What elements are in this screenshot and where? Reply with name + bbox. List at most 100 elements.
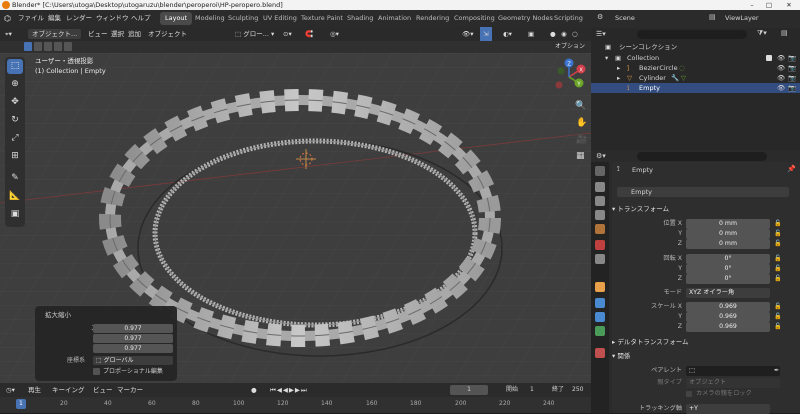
gizmo-toggle-icon[interactable]: ⇲ (480, 27, 492, 41)
select-box-tool-icon[interactable]: ⬚ (7, 59, 23, 74)
ortho-grid-icon[interactable]: ▦ (576, 151, 585, 161)
scale-y-field[interactable]: 0.969 (686, 312, 770, 322)
menu-edit[interactable]: 編集 (48, 10, 61, 27)
tab-constraints-icon[interactable] (595, 312, 605, 322)
menu-add[interactable]: 追加 (128, 27, 141, 41)
lock-icon[interactable]: 🔓 (774, 229, 782, 239)
camera-render-icon[interactable]: 📷 (788, 83, 796, 93)
lock-icon[interactable]: 🔓 (774, 254, 782, 264)
lock-icon[interactable]: 🔓 (774, 302, 782, 312)
tab-collection-icon[interactable] (595, 254, 605, 264)
camera-render-icon[interactable]: 📷 (788, 63, 796, 73)
pin-icon[interactable]: 📌 (787, 165, 796, 173)
tab-animation[interactable]: Animation (373, 12, 416, 25)
eyedropper-icon[interactable]: ✒ (774, 366, 779, 376)
viewlayer-name[interactable]: ViewLayer (725, 14, 759, 22)
lock-icon[interactable]: 🔓 (774, 312, 782, 322)
outliner-row-collection[interactable]: ▾ ▣ Collection 👁 📷 (591, 53, 800, 63)
tab-physics-icon[interactable] (595, 298, 605, 308)
outliner-search-input[interactable] (637, 30, 747, 39)
annotate-tool-icon[interactable]: ✎ (7, 171, 23, 186)
outliner-row-empty[interactable]: ⟟ Empty 👁 📷 (591, 83, 800, 93)
lock-icon[interactable]: 🔓 (774, 219, 782, 229)
outliner-row-scene-collection[interactable]: ▣ シーンコレクション (591, 42, 800, 52)
outliner-row-cylinder[interactable]: ▸ ▽ Cylinder 🔧 ▽ 👁 📷 (591, 73, 800, 83)
rotation-mode-dropdown[interactable]: XYZ オイラー角 (686, 288, 770, 298)
tab-object-icon[interactable] (595, 282, 605, 292)
shading-material-icon[interactable]: ◉ (561, 27, 567, 41)
menu-window[interactable]: ウィンドウ (96, 10, 129, 27)
options-menu[interactable]: オプション (552, 42, 588, 52)
tab-view-layer-icon[interactable] (595, 210, 605, 220)
blender-menu-icon[interactable]: ⌬ (4, 10, 11, 27)
location-x-field[interactable]: 0 mm (686, 219, 770, 229)
add-cube-tool-icon[interactable]: ▣ (7, 207, 23, 222)
lock-icon[interactable]: 🔓 (774, 322, 782, 332)
navigation-gizmo[interactable]: X Y Z 🔍 ✋ 🎥 ▦ (545, 55, 590, 165)
menu-playback[interactable]: 再生 (28, 383, 41, 397)
parent-type-dropdown[interactable]: オブジェクト (686, 378, 780, 388)
select-mode-invert-icon[interactable] (54, 42, 62, 51)
menu-marker[interactable]: マーカー (117, 383, 143, 397)
include-checkbox-icon[interactable] (766, 55, 772, 61)
tab-render-icon[interactable] (595, 182, 605, 192)
rotate-tool-icon[interactable]: ↻ (7, 113, 23, 128)
end-frame-field[interactable]: 250 (572, 385, 583, 395)
location-y-field[interactable]: 0 mm (686, 229, 770, 239)
location-z-field[interactable]: 0 mm (686, 239, 770, 249)
camera-render-icon[interactable]: 📷 (788, 53, 796, 63)
transform-tool-icon[interactable]: ⊞ (7, 149, 23, 164)
select-mode-intersect-icon[interactable] (64, 42, 72, 51)
record-icon[interactable]: ● (251, 383, 257, 397)
playback-controls[interactable]: ⏮◀◀▶▶⏭ (270, 383, 308, 397)
rotation-x-field[interactable]: 0° (686, 254, 770, 264)
rotation-y-field[interactable]: 0° (686, 264, 770, 274)
frame-ruler[interactable]: 1 20 40 60 80 100 120 140 160 180 200 22… (0, 397, 591, 413)
new-collection-icon[interactable]: ▤ (781, 29, 788, 37)
orientation-dropdown[interactable]: ⬚ グローバル (93, 356, 173, 365)
select-mode-subtract-icon[interactable] (44, 42, 52, 51)
menu-timeline-view[interactable]: ビュー (93, 383, 113, 397)
eye-icon[interactable]: 👁 (777, 53, 785, 63)
tab-tool-icon[interactable] (595, 166, 605, 176)
zoom-icon[interactable]: 🔍 (575, 101, 586, 111)
lock-icon[interactable]: 🔓 (774, 239, 782, 249)
relations-header[interactable]: ▾ 関係 (612, 350, 800, 362)
eye-icon[interactable]: 👁 (777, 73, 785, 83)
camera-render-icon[interactable]: 📷 (788, 73, 796, 83)
scale-x-field[interactable]: 0.977 (93, 324, 173, 333)
menu-render[interactable]: レンダー (66, 10, 92, 27)
expand-arrow-icon[interactable]: ▾ (605, 53, 608, 63)
cursor-tool-icon[interactable]: ⊕ (7, 77, 23, 92)
editor-type-icon[interactable]: ⌖▾ (5, 27, 12, 41)
scale-z-field[interactable]: 0.969 (686, 322, 770, 332)
scale-y-field[interactable]: 0.977 (93, 334, 173, 343)
tab-rendering[interactable]: Rendering (411, 12, 454, 25)
properties-search-input[interactable] (637, 152, 767, 161)
close-icon[interactable]: ✕ (782, 0, 796, 10)
select-mode-new-icon[interactable] (24, 42, 32, 51)
menu-keying[interactable]: キーイング (52, 383, 85, 397)
transform-orientation-dropdown[interactable]: ⬚ グロー... ▾ (235, 27, 274, 41)
tab-scene-icon[interactable] (595, 224, 605, 234)
timeline-editor-icon[interactable]: ◷▾ (6, 383, 15, 397)
eye-icon[interactable]: 👁 (777, 63, 785, 73)
lock-icon[interactable]: 🔓 (774, 264, 782, 274)
tab-texture-paint[interactable]: Texture Paint (296, 12, 348, 25)
menu-file[interactable]: ファイル (18, 10, 44, 27)
pivot-icon[interactable]: ⊙▾ (283, 27, 292, 41)
transform-panel-header[interactable]: ▾ トランスフォーム (612, 203, 800, 215)
current-frame-field[interactable]: 1 (450, 385, 488, 395)
filter-icon[interactable]: ⧩▾ (757, 29, 767, 38)
lock-icon[interactable]: 🔓 (774, 274, 782, 284)
proportional-checkbox[interactable] (93, 368, 100, 375)
menu-object[interactable]: オブジェクト (148, 27, 187, 41)
tab-object-data-icon[interactable] (595, 326, 605, 336)
measure-tool-icon[interactable]: 📐 (7, 189, 23, 204)
shading-rendered-icon[interactable]: ○ (572, 27, 578, 41)
scale-x-field[interactable]: 0.969 (686, 302, 770, 312)
select-mode-extend-icon[interactable] (34, 42, 42, 51)
outliner-row-beziercircle[interactable]: ▸ ⟆ BezierCircle ◌ 👁 📷 (591, 63, 800, 73)
tab-output-icon[interactable] (595, 196, 605, 206)
outliner-editor-icon[interactable]: ☰▾ (596, 30, 606, 38)
